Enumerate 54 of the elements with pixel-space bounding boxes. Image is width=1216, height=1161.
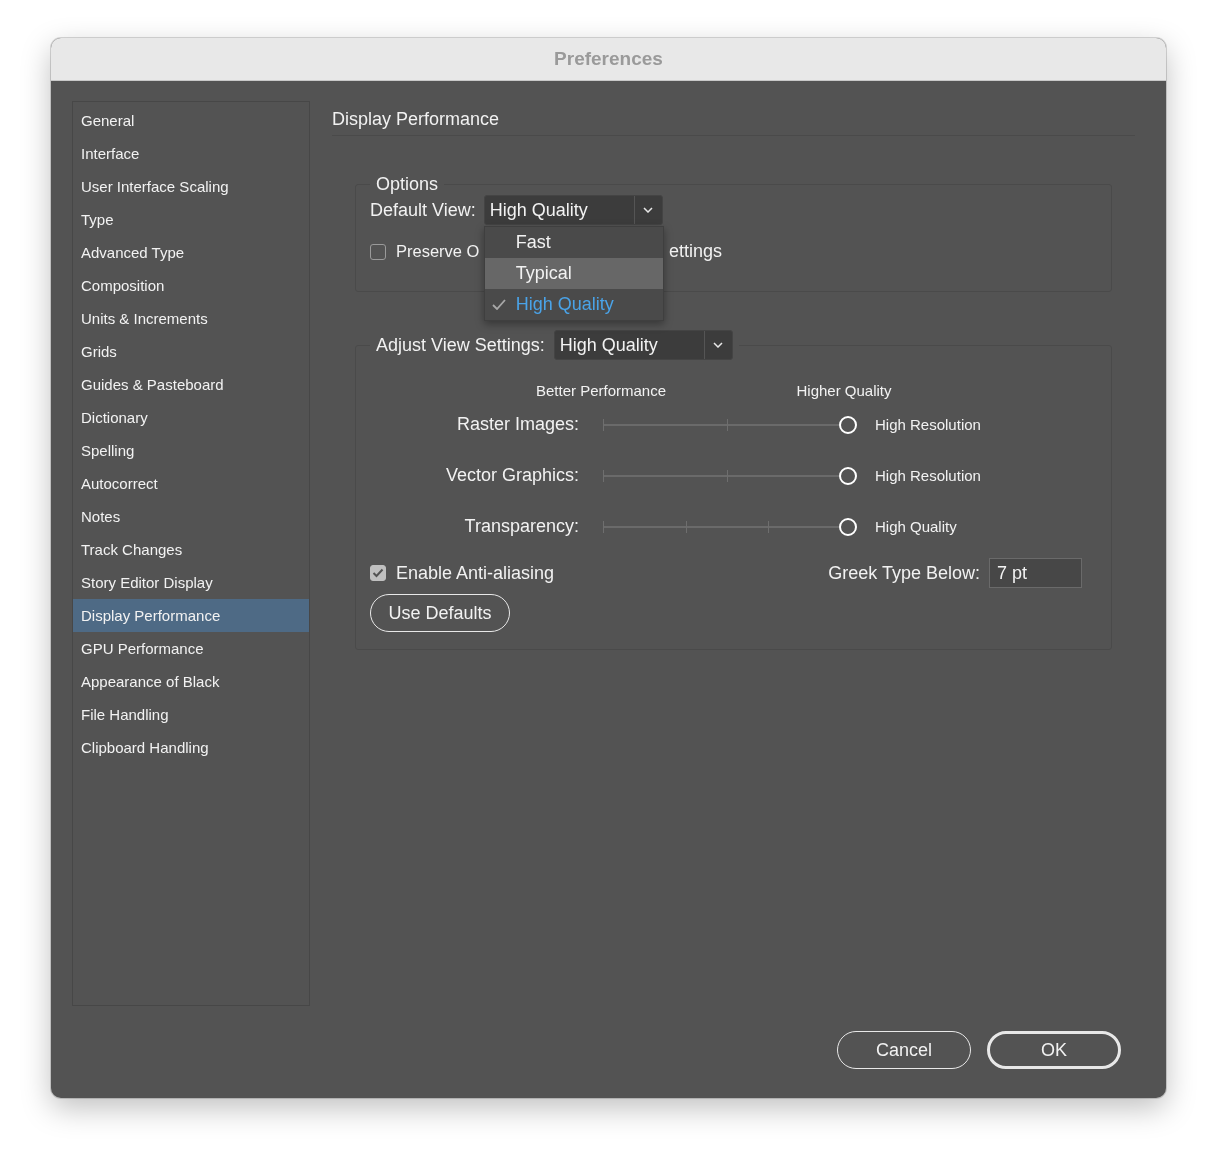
sidebar-item[interactable]: Display Performance: [73, 599, 309, 632]
page-title: Display Performance: [332, 101, 1135, 136]
sidebar-item[interactable]: Guides & Pasteboard: [73, 368, 309, 401]
window-title: Preferences: [554, 48, 663, 70]
slider-label: Raster Images:: [455, 414, 579, 435]
checkbox-label: Preserve O: [396, 242, 481, 261]
slider-value: High Resolution: [875, 416, 981, 433]
sidebar-item[interactable]: Spelling: [73, 434, 309, 467]
chevron-down-icon: [643, 207, 654, 213]
checkmark-icon: [491, 299, 506, 310]
sidebar-item[interactable]: File Handling: [73, 698, 309, 731]
slider-thumb[interactable]: [839, 466, 857, 485]
sidebar-item[interactable]: Interface: [73, 137, 309, 170]
slider-label: Vector Graphics:: [444, 465, 579, 486]
sidebar-item[interactable]: Units & Increments: [73, 302, 309, 335]
group-title: Options: [375, 174, 440, 195]
sidebar-item[interactable]: GPU Performance: [73, 632, 309, 665]
quality-slider[interactable]: [603, 517, 859, 536]
chevron-down-icon: [713, 342, 724, 348]
menu-item[interactable]: Typical: [484, 258, 663, 289]
slider-thumb[interactable]: [839, 517, 857, 536]
slider-label: Transparency:: [463, 516, 579, 537]
slider-thumb[interactable]: [839, 415, 857, 434]
sidebar-item[interactable]: General: [73, 104, 309, 137]
sidebar-item[interactable]: Story Editor Display: [73, 566, 309, 599]
checkbox-label: ettings: [669, 241, 723, 262]
slider-value: High Quality: [875, 518, 957, 535]
quality-slider[interactable]: [603, 415, 859, 434]
checkbox-label: Enable Anti-aliasing: [396, 562, 555, 584]
greek-type-field[interactable]: 7 pt: [989, 558, 1082, 588]
field-label: Default View:: [370, 199, 476, 221]
scale-label: Higher Quality: [795, 382, 893, 399]
checkbox[interactable]: [370, 243, 386, 260]
menu-item[interactable]: Fast: [484, 227, 663, 258]
sidebar-item[interactable]: Grids: [73, 335, 309, 368]
sidebar-item[interactable]: Advanced Type: [73, 236, 309, 269]
sidebar-item[interactable]: Composition: [73, 269, 309, 302]
sidebar-item[interactable]: Dictionary: [73, 401, 309, 434]
sidebar-item[interactable]: User Interface Scaling: [73, 170, 309, 203]
dialog-button[interactable]: OK: [987, 1031, 1121, 1069]
sidebar-item[interactable]: Appearance of Black: [73, 665, 309, 698]
scale-label: Better Performance: [534, 382, 668, 399]
field-label: Adjust View Settings:: [376, 334, 545, 356]
quality-slider[interactable]: [603, 466, 859, 485]
sidebar-item[interactable]: Notes: [73, 500, 309, 533]
view-dropdown[interactable]: High Quality: [483, 195, 663, 225]
sidebar-item[interactable]: Autocorrect: [73, 467, 309, 500]
slider-value: High Resolution: [875, 467, 981, 484]
sidebar-item[interactable]: Track Changes: [73, 533, 309, 566]
sidebar-item[interactable]: Clipboard Handling: [73, 731, 309, 764]
field-label: Greek Type Below:: [828, 562, 980, 584]
checkbox[interactable]: [370, 565, 386, 581]
view-settings-dropdown[interactable]: High Quality: [553, 330, 733, 360]
sidebar-item[interactable]: Type: [73, 203, 309, 236]
